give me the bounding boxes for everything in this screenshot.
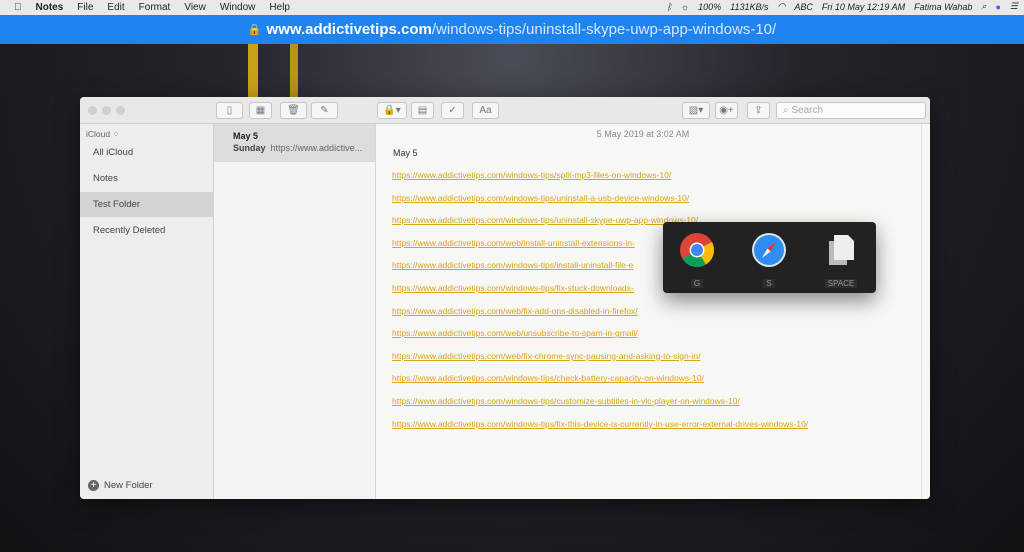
table-icon[interactable]: ▤ [411, 102, 434, 119]
switcher-safari[interactable]: S [749, 232, 789, 291]
add-people-icon[interactable]: ◉+ [715, 102, 738, 119]
note-list-item[interactable]: May 5 Sunday https://www.addictive... [214, 124, 375, 162]
shortcut-key: S [763, 279, 775, 288]
loading-icon: ⁘ [112, 129, 120, 139]
url-domain: www.addictivetips.com [266, 21, 432, 38]
note-link[interactable]: https://www.addictivetips.com/web/unsubs… [392, 322, 930, 345]
note-link[interactable]: https://www.addictivetips.com/windows-ti… [392, 390, 930, 413]
close-button[interactable] [88, 106, 97, 115]
battery-status[interactable]: 100% [698, 2, 721, 12]
format-button[interactable]: Aa [472, 102, 499, 119]
siri-icon[interactable]: ● [995, 2, 1000, 12]
checklist-icon[interactable]: ✓ [441, 102, 464, 119]
sidebar-item-all-icloud[interactable]: All iCloud [80, 140, 214, 165]
compose-icon[interactable]: ✎ [311, 102, 338, 119]
menu-window[interactable]: Window [220, 2, 256, 13]
note-link[interactable]: https://www.addictivetips.com/web/fix-ch… [392, 345, 930, 368]
wifi-icon[interactable]: ◠ [778, 1, 786, 12]
trash-icon[interactable]: 🗑 [280, 102, 307, 119]
spotlight-icon[interactable]: ⌕ [981, 1, 986, 12]
shortcut-key: G [690, 279, 704, 288]
menu-edit[interactable]: Edit [107, 2, 124, 13]
copy-icon [829, 235, 854, 265]
notification-center-icon[interactable]: ☰ [1010, 1, 1018, 12]
brightness-icon[interactable]: ☼ [681, 2, 689, 12]
menu-view[interactable]: View [184, 2, 206, 13]
sidebar-toggle-icon[interactable]: ▯ [216, 102, 243, 119]
account-label: iCloud ⁘ [86, 129, 120, 139]
note-list: May 5 Sunday https://www.addictive... [214, 124, 376, 499]
sidebar-item-recently-deleted[interactable]: Recently Deleted [80, 218, 214, 243]
zoom-button[interactable] [116, 106, 125, 115]
search-placeholder: Search [791, 105, 824, 116]
minimize-button[interactable] [102, 106, 111, 115]
menu-format[interactable]: Format [139, 2, 171, 13]
user-name[interactable]: Fatima Wahab [914, 2, 972, 12]
note-link[interactable]: https://www.addictivetips.com/windows-ti… [392, 187, 930, 210]
note-editor[interactable]: 5 May 2019 at 3:02 AM May 5 https://www.… [376, 124, 930, 499]
new-folder-button[interactable]: + New Folder [88, 480, 153, 491]
note-link[interactable]: https://www.addictivetips.com/windows-ti… [392, 164, 930, 187]
url-banner: 🔒 www.addictivetips.com/windows-tips/uni… [0, 15, 1024, 44]
url-path: /windows-tips/uninstall-skype-uwp-app-wi… [431, 21, 777, 38]
note-preview: https://www.addictive... [270, 143, 363, 153]
search-input[interactable]: ⌕ Search [776, 102, 926, 119]
menu-app[interactable]: Notes [36, 2, 64, 13]
toolbar: ▯ ▦ 🗑 ✎ 🔒▾ ▤ ✓ Aa ▨▾ ◉+ ⇪ ⌕ Search [80, 97, 930, 124]
plus-icon: + [88, 480, 99, 491]
switcher-copy[interactable]: SPACE [821, 232, 861, 291]
clock[interactable]: Fri 10 May 12:19 AM [822, 2, 905, 12]
note-title: May 5 [233, 131, 259, 141]
notes-window: ▯ ▦ 🗑 ✎ 🔒▾ ▤ ✓ Aa ▨▾ ◉+ ⇪ ⌕ Search iClou… [80, 97, 930, 499]
folder-sidebar: iCloud ⁘ All iCloud Notes Test Folder Re… [80, 124, 214, 499]
media-icon[interactable]: ▨▾ [682, 102, 710, 119]
note-heading: May 5 [393, 148, 418, 158]
lock-menu-icon[interactable]: 🔒▾ [377, 102, 407, 119]
menu-bar:  Notes File Edit Format View Window Hel… [0, 0, 1024, 15]
menu-file[interactable]: File [77, 2, 93, 13]
apple-icon[interactable]:  [14, 2, 22, 13]
note-link[interactable]: https://www.addictivetips.com/web/fix-ad… [392, 300, 930, 323]
gallery-view-icon[interactable]: ▦ [249, 102, 272, 119]
app-switcher-overlay: G S SPACE [663, 222, 876, 293]
bluetooth-icon[interactable]: ᛒ [666, 2, 671, 12]
note-day: Sunday [233, 143, 266, 153]
safari-icon [752, 233, 786, 267]
menu-help[interactable]: Help [269, 2, 290, 13]
input-source[interactable]: ABC [794, 2, 813, 12]
lock-icon: 🔒 [247, 24, 262, 36]
chrome-icon [680, 233, 715, 268]
note-link[interactable]: https://www.addictivetips.com/windows-ti… [392, 367, 930, 390]
network-speed[interactable]: 1131KB/s [730, 2, 768, 12]
scrollbar[interactable] [921, 124, 922, 499]
note-link[interactable]: https://www.addictivetips.com/windows-ti… [392, 413, 930, 436]
shortcut-key: SPACE [824, 279, 858, 288]
note-date: 5 May 2019 at 3:02 AM [596, 129, 690, 139]
switcher-chrome[interactable]: G [677, 232, 717, 291]
share-icon[interactable]: ⇪ [747, 102, 770, 119]
sidebar-item-test-folder[interactable]: Test Folder [80, 192, 214, 217]
sidebar-item-notes[interactable]: Notes [80, 166, 214, 191]
